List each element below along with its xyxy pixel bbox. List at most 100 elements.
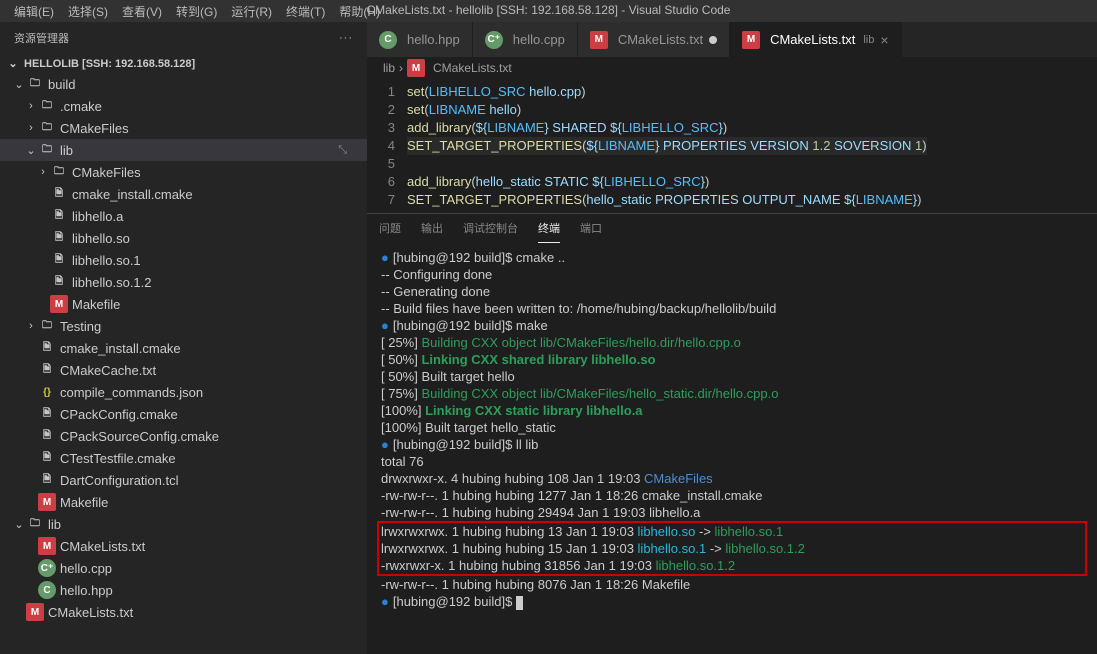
tree-item[interactable]: 🗎CMakeCache.txt — [0, 359, 367, 381]
menu-item[interactable]: 查看(V) — [118, 3, 166, 20]
panel-tabs: 问题输出调试控制台终端端口 — [367, 214, 1097, 243]
tree-item-label: libhello.so — [72, 231, 130, 246]
menu-item[interactable]: 选择(S) — [64, 3, 112, 20]
file-icon: 🗎 — [38, 471, 56, 489]
tree-item[interactable]: C⁺hello.cpp — [0, 557, 367, 579]
bullet-icon: ● — [381, 250, 389, 265]
menu-item[interactable]: 运行(R) — [227, 3, 276, 20]
breadcrumbs[interactable]: lib › M CMakeLists.txt — [367, 57, 1097, 79]
tree-item[interactable]: 🗎libhello.so.1 — [0, 249, 367, 271]
tree-item[interactable]: ⌄🗀lib⤡ — [0, 139, 367, 161]
editor-tab[interactable]: Chello.hpp — [367, 22, 473, 57]
panel-tab[interactable]: 端口 — [580, 220, 602, 243]
tree-item-label: DartConfiguration.tcl — [60, 473, 179, 488]
tree-item[interactable]: 🗎 DartConfiguration.tcl — [0, 469, 367, 491]
file-icon: 🗎 — [38, 339, 56, 357]
close-icon[interactable]: × — [880, 32, 888, 48]
file-icon: 🗎 — [50, 229, 68, 247]
tree-item[interactable]: 🗎cmake_install.cmake — [0, 183, 367, 205]
menu-item[interactable]: 帮助(H) — [335, 3, 384, 20]
tree-item-label: CTestTestfile.cmake — [60, 451, 176, 466]
tree-item[interactable]: ⌄🗀 build — [0, 73, 367, 95]
c-header-icon: C — [38, 581, 56, 599]
tree-item-label: compile_commands.json — [60, 385, 203, 400]
menu-item[interactable]: 编辑(E) — [10, 3, 58, 20]
makefile-m-icon: M — [590, 31, 608, 49]
tree-item-label: CPackConfig.cmake — [60, 407, 178, 422]
panel-tab[interactable]: 终端 — [538, 220, 560, 243]
section-header[interactable]: ⌄ HELLOLIB [SSH: 192.168.58.128] — [0, 54, 367, 73]
file-icon: 🗎 — [38, 361, 56, 379]
tree-item[interactable]: M CMakeLists.txt — [0, 601, 367, 623]
c-header-icon: C — [379, 31, 397, 49]
chevron-right-icon: › — [24, 122, 38, 134]
explorer-title: 资源管理器 — [14, 30, 69, 46]
tree-item-label: build — [48, 77, 75, 92]
json-icon: {} — [38, 383, 56, 401]
tree-item-label: Testing — [60, 319, 101, 334]
editor-tab[interactable]: M CMakeLists.txt — [578, 22, 730, 57]
bullet-icon: ● — [381, 594, 389, 609]
editor-tab[interactable]: MCMakeLists.txtlib× — [730, 22, 901, 57]
terminal[interactable]: ●[hubing@192 build]$ cmake ..-- Configur… — [367, 243, 1097, 654]
tree-item-label: Makefile — [60, 495, 108, 510]
tab-label: hello.cpp — [513, 32, 565, 47]
code-editor[interactable]: 1234567 set(LIBHELLO_SRC hello.cpp)set(L… — [367, 79, 1097, 213]
chevron-down-icon: ⌄ — [6, 57, 20, 70]
tree-item-label: .cmake — [60, 99, 102, 114]
tree-item-label: CMakeLists.txt — [48, 605, 133, 620]
bullet-icon: ● — [381, 437, 389, 452]
tree-item[interactable]: {} compile_commands.json — [0, 381, 367, 403]
file-icon: 🗎 — [50, 273, 68, 291]
tree-item[interactable]: 🗎libhello.so.1.2 — [0, 271, 367, 293]
folder-icon: 🗀 — [26, 75, 44, 93]
tree-item[interactable]: ›🗀CMakeFiles — [0, 161, 367, 183]
tree-item[interactable]: 🗎 cmake_install.cmake — [0, 337, 367, 359]
panel-tab[interactable]: 问题 — [379, 220, 401, 243]
makefile-m-icon: M — [742, 31, 760, 49]
cpp-icon: C⁺ — [485, 31, 503, 49]
tree-item[interactable]: 🗎 libhello.a — [0, 205, 367, 227]
cursor — [516, 596, 523, 610]
editor-tab[interactable]: C⁺ hello.cpp — [473, 22, 578, 57]
makefile-m-icon: M — [26, 603, 44, 621]
chevron-right-icon: › — [399, 61, 403, 75]
gutter: 1234567 — [367, 83, 407, 209]
tree-item[interactable]: MMakefile — [0, 491, 367, 513]
tree-item[interactable]: 🗎CPackSourceConfig.cmake — [0, 425, 367, 447]
tree-item[interactable]: 🗎 libhello.so — [0, 227, 367, 249]
chevron-down-icon: ⌄ — [24, 144, 38, 157]
chevron-right-icon: › — [36, 166, 50, 178]
tab-label: CMakeLists.txt — [618, 32, 703, 47]
tree-item-label: lib — [48, 517, 61, 532]
tree-item[interactable]: MCMakeLists.txt — [0, 535, 367, 557]
tree-item-label: hello.cpp — [60, 561, 112, 576]
tree-item[interactable]: ⌄🗀lib — [0, 513, 367, 535]
file-icon: 🗎 — [38, 405, 56, 423]
tree-item[interactable]: ›🗀Testing — [0, 315, 367, 337]
chevron-down-icon: ⌄ — [12, 78, 26, 91]
makefile-m-icon: M — [50, 295, 68, 313]
panel-tab[interactable]: 调试控制台 — [463, 220, 518, 243]
tree-item-label: CMakeLists.txt — [60, 539, 145, 554]
tree-item[interactable]: Chello.hpp — [0, 579, 367, 601]
tree-item[interactable]: 🗎CTestTestfile.cmake — [0, 447, 367, 469]
tree-item[interactable]: 🗎 CPackConfig.cmake — [0, 403, 367, 425]
tab-bar: Chello.hppC⁺hello.cppMCMakeLists.txtMCMa… — [367, 22, 1097, 57]
collapse-icon[interactable]: ⤡ — [338, 144, 347, 157]
tree-item-label: CMakeFiles — [60, 121, 129, 136]
tree-item-label: cmake_install.cmake — [72, 187, 193, 202]
folder-icon: 🗀 — [26, 515, 44, 533]
more-icon[interactable]: ··· — [339, 32, 353, 44]
tree-item[interactable]: ›🗀.cmake — [0, 95, 367, 117]
tree-item-label: libhello.a — [72, 209, 123, 224]
tree-item[interactable]: MMakefile — [0, 293, 367, 315]
tree-item-label: cmake_install.cmake — [60, 341, 181, 356]
folder-icon: 🗀 — [50, 163, 68, 181]
file-icon: 🗎 — [50, 207, 68, 225]
tab-folder: lib — [863, 34, 874, 46]
menu-item[interactable]: 终端(T) — [282, 3, 329, 20]
panel-tab[interactable]: 输出 — [421, 220, 443, 243]
tree-item[interactable]: ›🗀CMakeFiles — [0, 117, 367, 139]
menu-item[interactable]: 转到(G) — [172, 3, 221, 20]
